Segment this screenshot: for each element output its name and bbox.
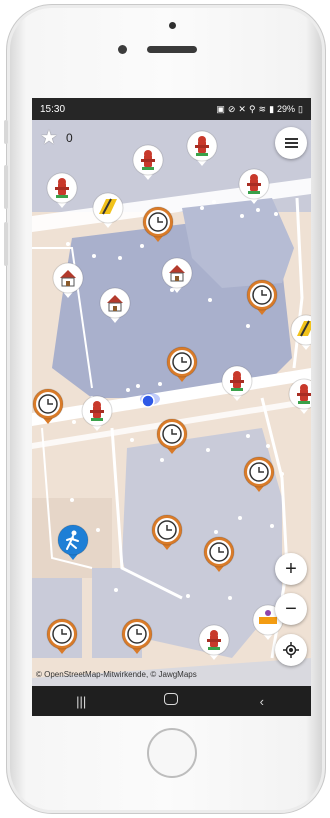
- map-attribution[interactable]: © OpenStreetMap-Mitwirkende, © JawgMaps: [36, 670, 197, 679]
- phone-home-button[interactable]: [147, 728, 197, 778]
- wifi-icon: ≋: [258, 103, 267, 114]
- phone-top-sensor: [169, 22, 176, 29]
- map-view[interactable]: [32, 98, 311, 716]
- phone-volume-button: [4, 165, 8, 209]
- clock-icon: [38, 394, 58, 414]
- phone-volume-button: [4, 120, 8, 144]
- recents-button[interactable]: |||: [66, 694, 96, 709]
- clock-icon: [162, 424, 182, 444]
- back-button[interactable]: ‹: [247, 694, 277, 709]
- main-menu-button[interactable]: [275, 127, 307, 159]
- clock-icon: [127, 624, 147, 644]
- battery-text: 29%: [277, 104, 296, 114]
- clock-icon: [252, 285, 272, 305]
- stars-counter[interactable]: ★ 0: [40, 128, 73, 148]
- home-icon: [164, 693, 179, 705]
- no-bell-icon: ⊘: [227, 103, 236, 114]
- phone-front-camera: [118, 45, 127, 54]
- clock-icon: [148, 212, 168, 232]
- battery-icon: ▯: [298, 103, 303, 114]
- sim-card-icon: ▣: [216, 103, 225, 114]
- clock-icon: [172, 352, 192, 372]
- mute-icon: ✕: [238, 103, 246, 114]
- my-location-button[interactable]: [275, 634, 307, 666]
- status-time: 15:30: [40, 103, 66, 115]
- clock-icon: [157, 520, 177, 540]
- status-bar: 15:30 ▣ ⊘ ✕ ⚲ ≋ ▮ 29% ▯: [32, 98, 311, 120]
- zoom-out-label: −: [285, 598, 297, 620]
- clock-icon: [209, 542, 229, 562]
- phone-earpiece: [147, 46, 197, 53]
- hamburger-menu-icon: [284, 138, 298, 148]
- star-icon: ★: [40, 127, 58, 149]
- phone-volume-button: [4, 222, 8, 266]
- app-screen: 15:30 ▣ ⊘ ✕ ⚲ ≋ ▮ 29% ▯ ★ 0 + − © OpenSt…: [32, 98, 311, 716]
- zoom-out-button[interactable]: −: [275, 593, 307, 625]
- android-nav-bar: ||| ‹: [32, 686, 311, 716]
- zoom-in-label: +: [285, 558, 297, 580]
- clock-icon: [249, 462, 269, 482]
- status-icons: ▣ ⊘ ✕ ⚲ ≋ ▮ 29% ▯: [216, 104, 303, 115]
- stars-count: 0: [65, 131, 73, 145]
- signal-icon: ▮: [269, 103, 275, 114]
- my-location-icon: [283, 642, 299, 658]
- zoom-in-button[interactable]: +: [275, 553, 307, 585]
- location-icon: ⚲: [248, 103, 256, 114]
- home-nav-button[interactable]: [164, 692, 179, 710]
- clock-icon: [52, 624, 72, 644]
